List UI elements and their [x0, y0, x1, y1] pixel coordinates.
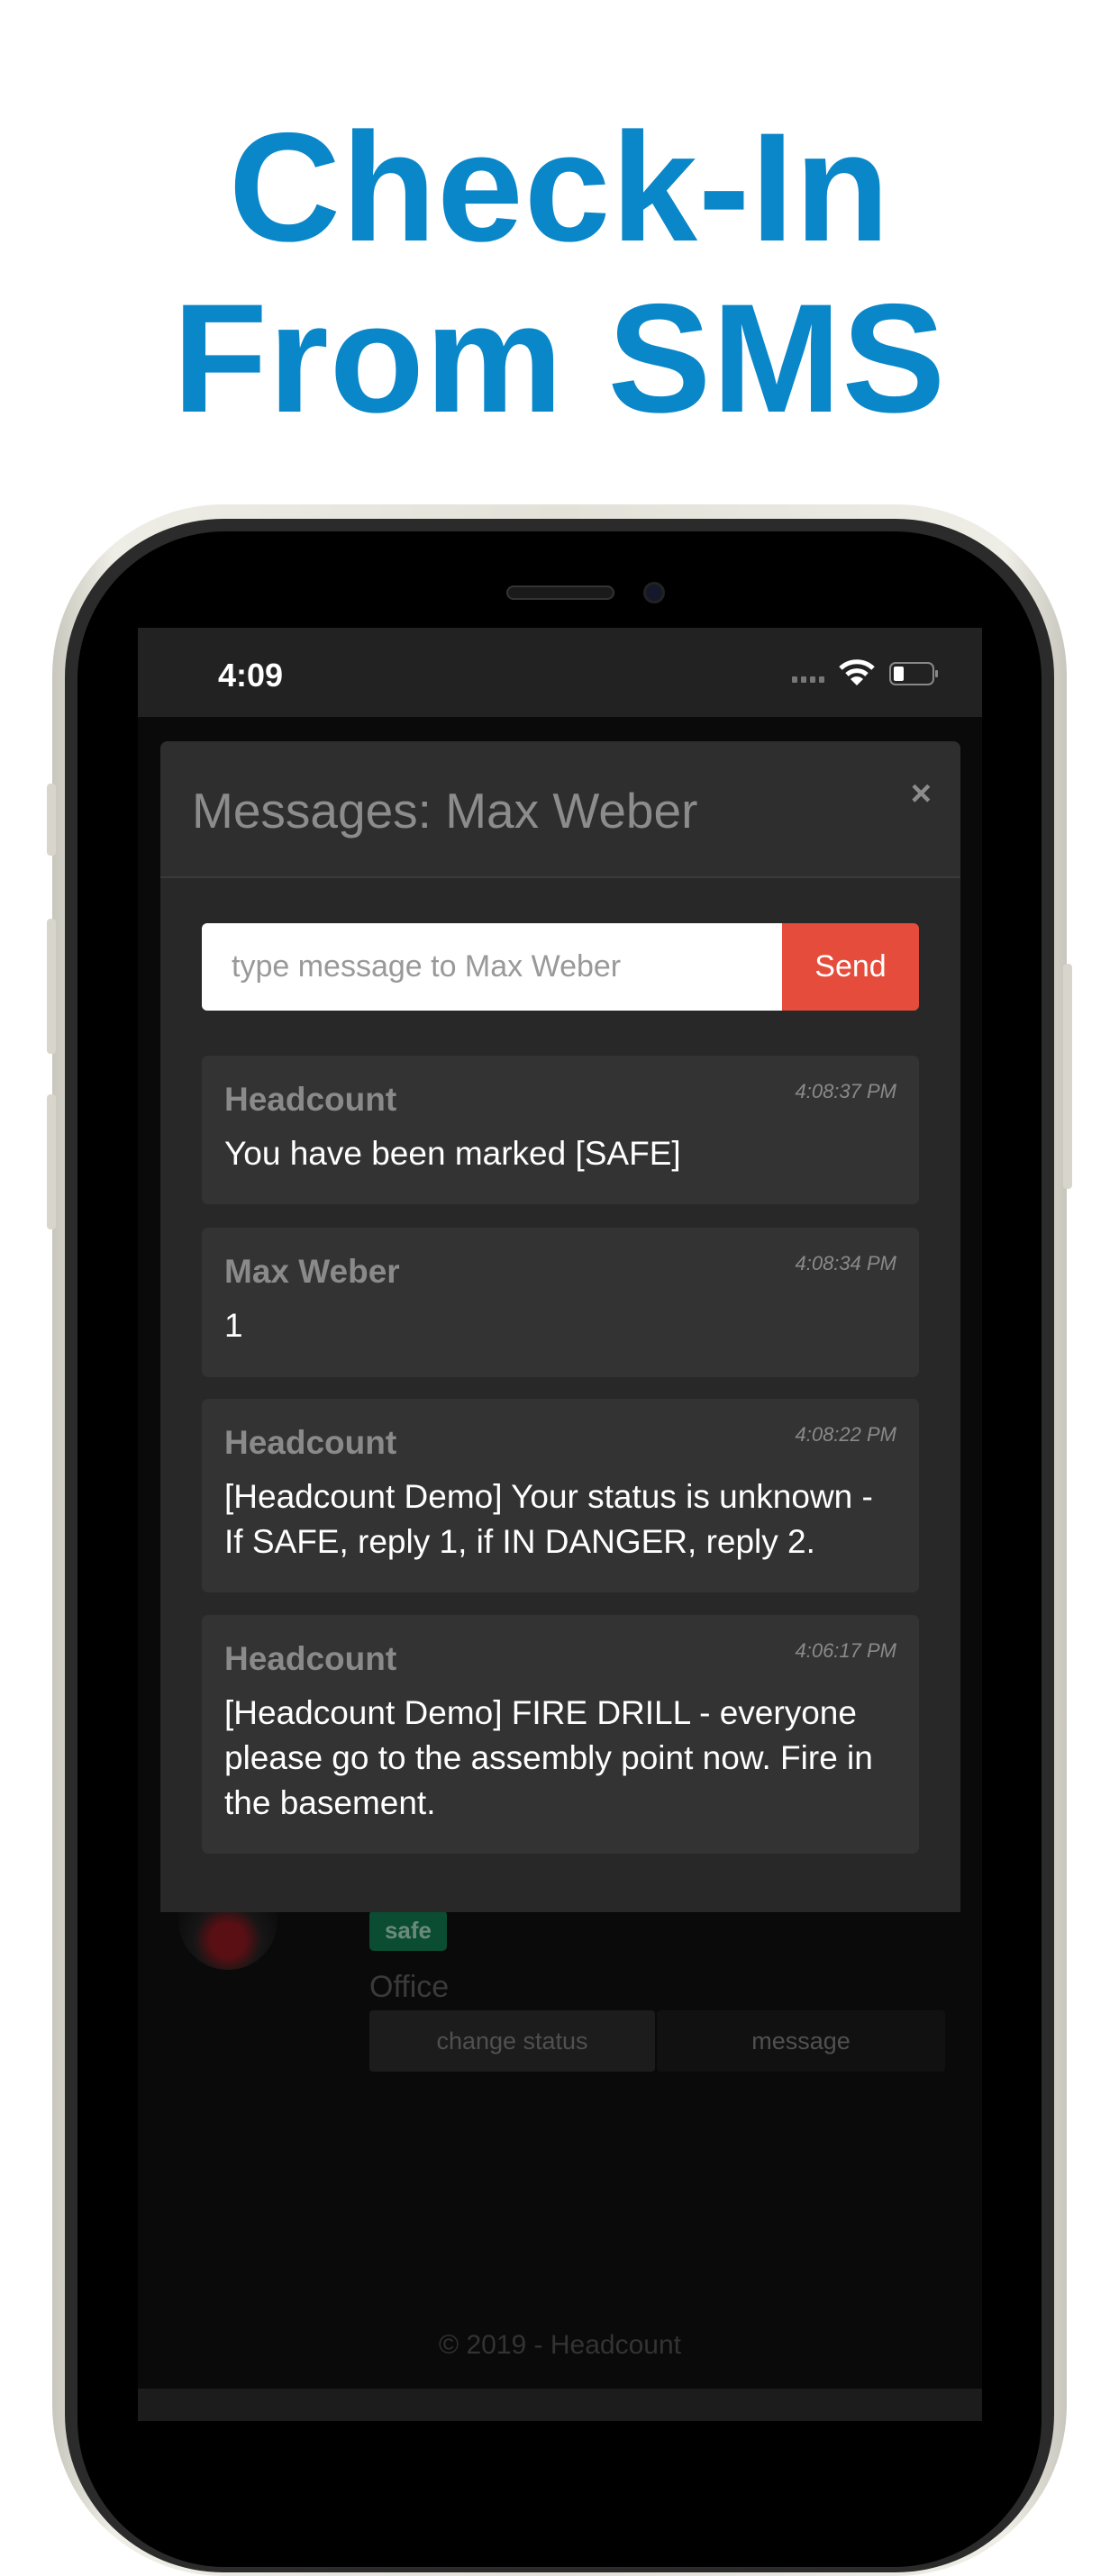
cellular-signal-icon: [792, 676, 824, 683]
message-text: You have been marked [SAFE]: [224, 1135, 681, 1172]
phone-side-button: [47, 919, 56, 1054]
earpiece-speaker: [506, 585, 614, 600]
phone-side-button: [1063, 964, 1072, 1189]
message-button[interactable]: message: [657, 2010, 945, 2072]
message-item: Max Weber 4:08:34 PM 1: [202, 1228, 919, 1377]
phone-side-button: [47, 1094, 56, 1229]
message-time: 4:08:22 PM: [795, 1423, 896, 1446]
close-button[interactable]: ×: [911, 774, 932, 814]
headline-line-1: Check-In: [228, 101, 891, 274]
compose-form: Send: [202, 923, 919, 1011]
wifi-icon: [839, 659, 875, 685]
front-camera: [643, 582, 665, 603]
message-text: [Headcount Demo] FIRE DRILL - everyone p…: [224, 1694, 873, 1821]
phone-screen: 4:09 safe Office change status message ©…: [138, 628, 982, 2421]
status-badge: safe: [369, 1910, 447, 1951]
message-input[interactable]: [202, 923, 782, 1011]
message-item: Headcount 4:08:22 PM [Headcount Demo] Yo…: [202, 1399, 919, 1592]
footer-copyright: © 2019 - Headcount: [439, 2330, 681, 2360]
modal-title: Messages: Max Weber: [192, 783, 698, 839]
message-text: 1: [224, 1307, 243, 1344]
message-time: 4:08:34 PM: [795, 1252, 896, 1274]
status-bar: 4:09: [138, 628, 982, 717]
message-item: Headcount 4:08:37 PM You have been marke…: [202, 1056, 919, 1204]
messages-modal: Messages: Max Weber × Send Headcount 4:0…: [160, 741, 960, 1912]
status-time: 4:09: [218, 657, 284, 694]
change-status-button[interactable]: change status: [369, 2010, 655, 2072]
phone-side-button: [47, 784, 56, 856]
headline-line-2: From SMS: [172, 272, 947, 445]
message-item: Headcount 4:06:17 PM [Headcount Demo] FI…: [202, 1615, 919, 1854]
battery-icon: [889, 662, 938, 685]
bottom-bar: [138, 2389, 982, 2421]
modal-header: Messages: Max Weber ×: [160, 741, 960, 878]
location-label: Office: [369, 1970, 450, 2004]
message-time: 4:06:17 PM: [795, 1639, 896, 1662]
send-button[interactable]: Send: [782, 923, 919, 1011]
message-text: [Headcount Demo] Your status is unknown …: [224, 1478, 873, 1560]
message-time: 4:08:37 PM: [795, 1080, 896, 1102]
